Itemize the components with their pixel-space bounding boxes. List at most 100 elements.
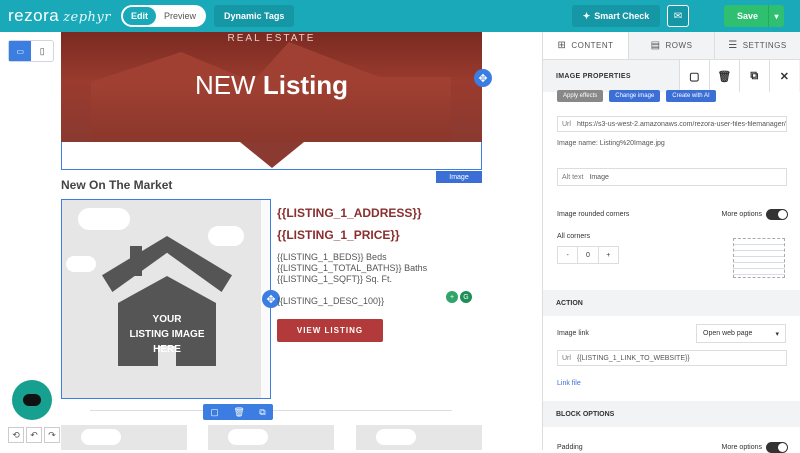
hero-heading-bold: Listing bbox=[262, 70, 349, 100]
image-name: Image name: Listing%20Image.jpg bbox=[557, 139, 665, 147]
plus-badge-icon[interactable]: + bbox=[446, 291, 458, 303]
save-dropdown-icon[interactable]: ▾ bbox=[768, 5, 784, 27]
redo-icon[interactable]: ↷ bbox=[44, 427, 60, 443]
corner-value[interactable]: 0 bbox=[577, 247, 597, 263]
close-icon[interactable]: ✕ bbox=[769, 60, 799, 92]
listing-price[interactable]: {{LISTING_1_PRICE}} bbox=[277, 228, 400, 242]
toggle-switch[interactable] bbox=[766, 209, 788, 220]
smart-check-button[interactable]: ✦ Smart Check bbox=[572, 5, 660, 27]
delete-icon[interactable]: 🗑 bbox=[233, 407, 244, 418]
listing-description[interactable]: {{LISTING_1_DESC_100}} bbox=[277, 296, 384, 306]
link-url-field[interactable]: Url {{LISTING_1_LINK_TO_WEBSITE}} bbox=[557, 350, 787, 366]
save-label: Save bbox=[737, 11, 759, 21]
cloud-shape bbox=[78, 208, 130, 230]
image-url-field[interactable]: Url https://s3-us-west-2.amazonaws.com/r… bbox=[557, 116, 787, 132]
chevron-down-icon: ▾ bbox=[775, 330, 779, 338]
tab-label: CONTENT bbox=[571, 41, 614, 50]
tab-settings[interactable]: ☰ SETTINGS bbox=[714, 32, 800, 59]
duplicate-icon[interactable]: ⧉ bbox=[259, 407, 265, 418]
listing-baths: {{LISTING_1_TOTAL_BATHS}} Baths bbox=[277, 263, 428, 273]
properties-panel: ⊞ CONTENT ▤ ROWS ☰ SETTINGS IMAGE PROPER… bbox=[542, 32, 800, 453]
section-title: New On The Market bbox=[61, 178, 173, 192]
listing-thumbnail[interactable] bbox=[61, 425, 187, 450]
tab-content[interactable]: ⊞ CONTENT bbox=[543, 32, 628, 59]
image-action-buttons: Apply effects Change image Create with A… bbox=[557, 90, 716, 102]
apply-effects-button[interactable]: Apply effects bbox=[557, 90, 604, 102]
listing-thumbnail[interactable] bbox=[356, 425, 482, 450]
mail-icon: ✉ bbox=[673, 10, 683, 22]
hero-heading-light: NEW bbox=[194, 70, 256, 100]
chat-widget-button[interactable] bbox=[12, 380, 52, 420]
save-button[interactable]: Save ▾ bbox=[724, 5, 784, 27]
tab-rows[interactable]: ▤ ROWS bbox=[628, 32, 714, 59]
listing-address[interactable]: {{LISTING_1_ADDRESS}} bbox=[277, 206, 422, 220]
corner-radius-stepper[interactable]: - 0 + bbox=[557, 246, 619, 264]
block-toolbar: ▢ 🗑 ⧉ bbox=[203, 404, 273, 420]
placeholder-text: LISTING IMAGE bbox=[129, 329, 205, 340]
hero-image[interactable]: REAL ESTATE NEW Listing bbox=[61, 32, 482, 142]
more-options-toggle[interactable]: More options bbox=[722, 209, 788, 220]
panel-tabs: ⊞ CONTENT ▤ ROWS ☰ SETTINGS bbox=[543, 32, 800, 60]
placeholder-text: HERE bbox=[153, 344, 181, 355]
house-icon: YOUR LISTING IMAGE HERE bbox=[102, 236, 232, 366]
alt-text-field[interactable]: Alt text Image bbox=[557, 168, 787, 186]
history-controls: ⟲ ↶ ↷ bbox=[8, 427, 60, 443]
image-link-label: Image link bbox=[557, 330, 589, 337]
change-image-button[interactable]: Change image bbox=[609, 90, 661, 102]
smart-check-label: Smart Check bbox=[594, 11, 650, 21]
decrement-button[interactable]: - bbox=[558, 247, 577, 263]
link-url-value: {{LISTING_1_LINK_TO_WEBSITE}} bbox=[576, 354, 690, 362]
properties-title: IMAGE PROPERTIES bbox=[556, 72, 631, 80]
listing-thumbnail[interactable] bbox=[208, 425, 334, 450]
block-options-section: BLOCK OPTIONS bbox=[543, 401, 800, 427]
edit-mode-button[interactable]: Edit bbox=[122, 7, 156, 25]
more-options-label: More options bbox=[721, 211, 762, 218]
alt-value: Image bbox=[589, 173, 609, 181]
undo-icon[interactable]: ↶ bbox=[26, 427, 42, 443]
rounded-corners-label: Image rounded corners bbox=[557, 211, 630, 218]
view-listing-button[interactable]: VIEW LISTING bbox=[277, 319, 383, 342]
rows-icon: ▤ bbox=[650, 40, 661, 51]
hero-arrow-shape bbox=[240, 142, 304, 168]
grid-icon: ⊞ bbox=[557, 40, 567, 51]
corner-preview bbox=[733, 238, 785, 278]
desktop-view-icon[interactable]: ▭ bbox=[9, 41, 32, 61]
duplicate-icon[interactable]: ⧉ bbox=[739, 60, 769, 92]
listing-details[interactable]: {{LISTING_1_BEDS}} Beds {{LISTING_1_TOTA… bbox=[277, 252, 427, 285]
grammar-icon[interactable]: G bbox=[460, 291, 472, 303]
link-type-select[interactable]: Open web page ▾ bbox=[696, 324, 786, 343]
comment-icon[interactable]: ▢ bbox=[210, 407, 219, 418]
url-value: https://s3-us-west-2.amazonaws.com/rezor… bbox=[576, 120, 786, 128]
preview-mode-button[interactable]: Preview bbox=[156, 7, 204, 25]
mobile-view-icon[interactable]: ▯ bbox=[31, 41, 53, 61]
action-section: ACTION bbox=[543, 290, 800, 316]
placeholder-text: YOUR bbox=[152, 314, 182, 325]
listing-image-placeholder[interactable]: YOUR LISTING IMAGE HERE bbox=[61, 199, 271, 399]
create-with-ai-button[interactable]: Create with AI bbox=[666, 90, 716, 102]
history-icon[interactable]: ⟲ bbox=[8, 427, 24, 443]
move-handle-icon[interactable]: ✥ bbox=[474, 69, 492, 87]
properties-actions: ▢ 🗑 ⧉ ✕ bbox=[679, 60, 799, 92]
increment-button[interactable]: + bbox=[597, 247, 618, 263]
settings-icon: ☰ bbox=[728, 40, 738, 51]
hero-bottom-strip bbox=[61, 142, 482, 170]
email-test-button[interactable]: ✉ bbox=[667, 5, 689, 27]
tab-label: ROWS bbox=[665, 41, 693, 50]
link-url-label: Url bbox=[562, 354, 571, 362]
app-logo: rezora zephyr bbox=[8, 6, 111, 26]
padding-more-options[interactable]: More options bbox=[722, 442, 788, 453]
link-file[interactable]: Link file bbox=[557, 380, 581, 387]
delete-icon[interactable]: 🗑 bbox=[709, 60, 739, 92]
alt-label: Alt text bbox=[562, 173, 584, 181]
mode-switch: Edit Preview bbox=[120, 5, 206, 27]
url-label: Url bbox=[562, 120, 571, 128]
sparkle-icon: ✦ bbox=[582, 10, 591, 21]
image-block-tag: Image bbox=[436, 171, 482, 183]
dynamic-tags-button[interactable]: Dynamic Tags bbox=[214, 5, 295, 27]
toggle-switch[interactable] bbox=[766, 442, 788, 453]
comment-icon[interactable]: ▢ bbox=[679, 60, 709, 92]
all-corners-label: All corners bbox=[557, 233, 591, 240]
assistant-badges: + G bbox=[446, 291, 472, 303]
hero-heading: NEW Listing bbox=[61, 70, 482, 101]
listing-sqft: {{LISTING_1_SQFT}} Sq. Ft. bbox=[277, 274, 393, 284]
